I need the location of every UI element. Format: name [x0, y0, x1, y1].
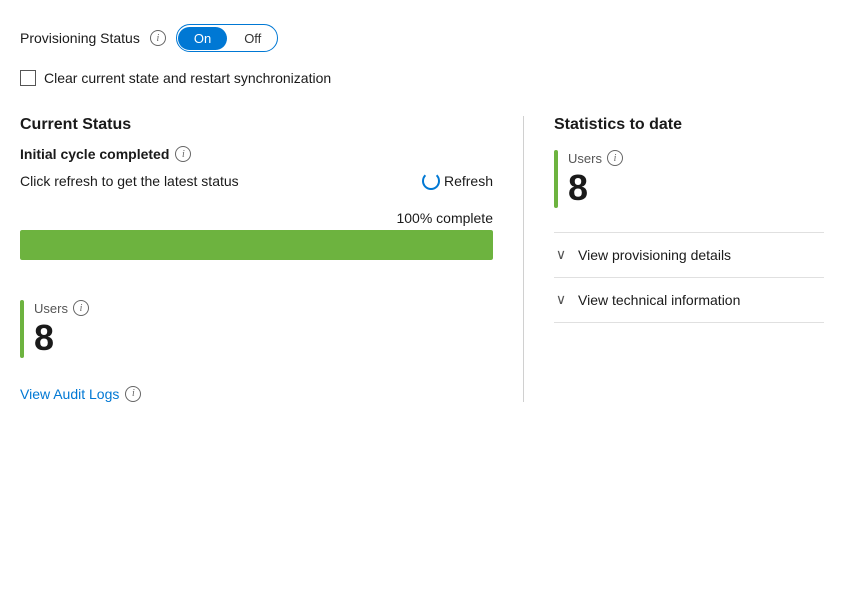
status-text: Initial cycle completed: [20, 146, 169, 162]
refresh-icon: [422, 172, 440, 190]
refresh-label: Refresh: [444, 173, 493, 189]
right-panel: Statistics to date Users i 8 ∨ View prov…: [524, 116, 824, 402]
stats-users-info-icon[interactable]: i: [607, 150, 623, 166]
view-technical-info-label: View technical information: [578, 292, 740, 308]
status-info-icon[interactable]: i: [175, 146, 191, 162]
stats-users-count: 8: [568, 168, 623, 208]
view-provisioning-details-item[interactable]: ∨ View provisioning details: [554, 232, 824, 277]
clear-state-label: Clear current state and restart synchron…: [44, 70, 331, 86]
left-panel: Current Status Initial cycle completed i…: [20, 116, 524, 402]
chevron-down-icon-provisioning: ∨: [554, 248, 568, 262]
bottom-left-section: Users i 8 View Audit Logs i: [20, 300, 493, 402]
chevron-down-icon-technical: ∨: [554, 293, 568, 307]
view-provisioning-details-label: View provisioning details: [578, 247, 731, 263]
status-row: Initial cycle completed i: [20, 146, 493, 162]
clear-state-row: Clear current state and restart synchron…: [20, 70, 824, 86]
users-info-icon-bottom[interactable]: i: [73, 300, 89, 316]
stats-users-section: Users i 8: [554, 150, 824, 208]
refresh-button[interactable]: Refresh: [422, 172, 493, 190]
progress-bar-fill: [20, 230, 493, 260]
audit-info-icon[interactable]: i: [125, 386, 141, 402]
current-status-title: Current Status: [20, 116, 493, 134]
stats-bar-indicator: [554, 150, 558, 208]
progress-bar-background: [20, 230, 493, 260]
expand-items-container: ∨ View provisioning details ∨ View techn…: [554, 232, 824, 323]
users-bar-indicator: [20, 300, 24, 358]
refresh-hint-text: Click refresh to get the latest status: [20, 173, 239, 189]
users-section-bottom: Users i 8: [20, 300, 493, 358]
users-content-bottom: Users i 8: [34, 300, 89, 358]
users-count-bottom: 8: [34, 318, 89, 358]
main-content: Current Status Initial cycle completed i…: [20, 116, 824, 402]
toggle-off-option[interactable]: Off: [228, 27, 277, 50]
users-label-bottom: Users: [34, 301, 68, 316]
refresh-row: Click refresh to get the latest status R…: [20, 172, 493, 190]
provisioning-toggle[interactable]: On Off: [176, 24, 278, 52]
stats-users-label-row: Users i: [568, 150, 623, 166]
provisioning-status-label: Provisioning Status: [20, 30, 140, 46]
toggle-on-option[interactable]: On: [178, 27, 227, 50]
progress-label: 100% complete: [20, 210, 493, 226]
statistics-title: Statistics to date: [554, 116, 824, 134]
progress-container: 100% complete: [20, 210, 493, 260]
audit-link-label: View Audit Logs: [20, 386, 119, 402]
view-technical-info-item[interactable]: ∨ View technical information: [554, 277, 824, 323]
clear-state-checkbox[interactable]: [20, 70, 36, 86]
stats-users-label: Users: [568, 151, 602, 166]
stats-users-content: Users i 8: [568, 150, 623, 208]
provisioning-info-icon[interactable]: i: [150, 30, 166, 46]
users-label-row-bottom: Users i: [34, 300, 89, 316]
view-audit-logs-link[interactable]: View Audit Logs i: [20, 386, 493, 402]
provisioning-header: Provisioning Status i On Off: [20, 24, 824, 52]
